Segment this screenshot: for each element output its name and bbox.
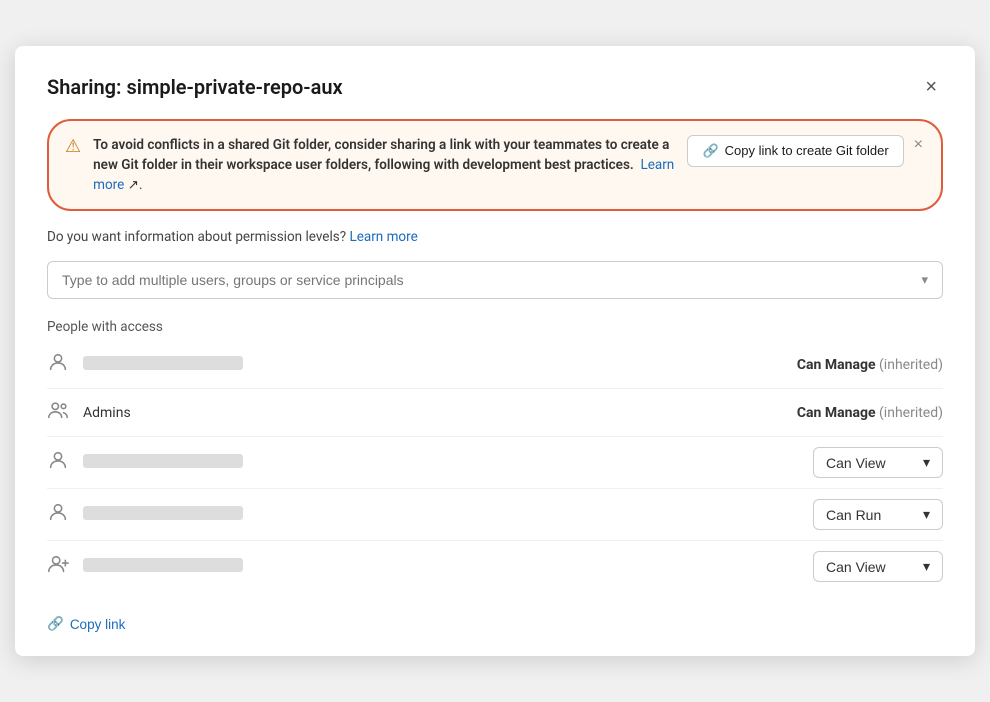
warning-link-icon: ↗ [128, 177, 139, 193]
permission-dropdown-value: Can Run [826, 507, 881, 523]
banner-close-button[interactable]: × [912, 135, 925, 155]
person-name [83, 356, 797, 374]
inherited-label: (inherited) [879, 405, 943, 421]
permission-value: Can Manage [797, 405, 876, 421]
permission-value: Can Manage [797, 357, 876, 373]
permission-info-text: Do you want information about permission… [47, 229, 346, 245]
copy-git-folder-button[interactable]: 🔗 Copy link to create Git folder [687, 135, 903, 167]
group-icon [47, 399, 83, 426]
people-section-label: People with access [47, 319, 943, 335]
permission-dropdown-value: Can View [826, 455, 886, 471]
person-row: Can View ▾ [47, 437, 943, 489]
permission-dropdown[interactable]: Can Run ▾ [813, 499, 943, 530]
add-users-container[interactable]: ▾ [47, 261, 943, 299]
person-icon [47, 449, 83, 476]
sharing-modal: Sharing: simple-private-repo-aux × ⚠ To … [15, 46, 975, 657]
warning-actions: 🔗 Copy link to create Git folder × [687, 135, 925, 167]
blurred-name [83, 454, 243, 468]
copy-git-btn-label: Copy link to create Git folder [725, 143, 889, 158]
chevron-down-icon: ▾ [921, 273, 928, 288]
warning-strong-text: To avoid conflicts in a shared Git folde… [93, 137, 669, 173]
copy-link-button[interactable]: 🔗 Copy link [47, 616, 125, 632]
warning-text: To avoid conflicts in a shared Git folde… [93, 135, 675, 196]
close-button[interactable]: × [919, 74, 943, 101]
permission-label: Can Manage (inherited) [797, 405, 943, 421]
permission-dropdown[interactable]: Can View ▾ [813, 447, 943, 478]
person-icon [47, 501, 83, 528]
person-name-admins: Admins [83, 405, 797, 421]
modal-header: Sharing: simple-private-repo-aux × [47, 74, 943, 101]
blurred-name [83, 356, 243, 370]
blurred-name [83, 558, 243, 572]
person-name [83, 558, 813, 576]
dropdown-chevron-icon: ▾ [923, 454, 930, 471]
warning-icon: ⚠ [65, 136, 81, 157]
person-row: Can Manage (inherited) [47, 341, 943, 389]
person-name [83, 506, 813, 524]
permission-label: Can Manage (inherited) [797, 357, 943, 373]
person-name [83, 454, 813, 472]
permission-dropdown[interactable]: Can View ▾ [813, 551, 943, 582]
add-users-input[interactable] [62, 272, 921, 288]
dropdown-chevron-icon: ▾ [923, 506, 930, 523]
copy-link-icon: 🔗 [47, 616, 64, 632]
person-row: Admins Can Manage (inherited) [47, 389, 943, 437]
person-add-icon [47, 553, 83, 580]
link-icon: 🔗 [702, 143, 718, 159]
people-list: Can Manage (inherited) Admins Can Manage… [47, 341, 943, 592]
person-row: Can Run ▾ [47, 489, 943, 541]
modal-title: Sharing: simple-private-repo-aux [47, 75, 343, 99]
copy-link-label: Copy link [70, 617, 126, 632]
blurred-name [83, 506, 243, 520]
person-icon [47, 351, 83, 378]
person-row: Can View ▾ [47, 541, 943, 592]
permission-dropdown-value: Can View [826, 559, 886, 575]
permission-learn-more-link[interactable]: Learn more [349, 229, 417, 245]
warning-banner: ⚠ To avoid conflicts in a shared Git fol… [47, 119, 943, 212]
dropdown-chevron-icon: ▾ [923, 558, 930, 575]
permission-info: Do you want information about permission… [47, 229, 943, 245]
modal-footer: 🔗 Copy link [47, 608, 943, 632]
inherited-label: (inherited) [879, 357, 943, 373]
